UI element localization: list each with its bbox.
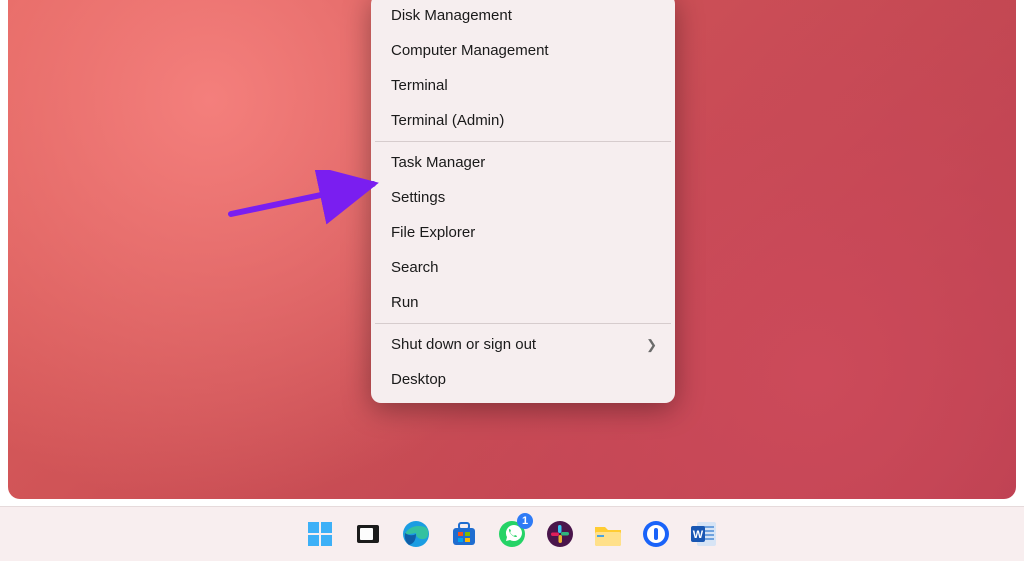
- word-icon[interactable]: W: [687, 517, 721, 551]
- menu-item-settings[interactable]: Settings: [373, 180, 673, 215]
- notification-badge: 1: [517, 513, 533, 529]
- menu-item-label: Disk Management: [391, 7, 512, 24]
- menu-item-label: Shut down or sign out: [391, 336, 536, 353]
- menu-item-label: Computer Management: [391, 42, 549, 59]
- start-context-menu: Disk Management Computer Management Term…: [371, 0, 675, 403]
- 1password-icon[interactable]: [639, 517, 673, 551]
- menu-item-task-manager[interactable]: Task Manager: [373, 145, 673, 180]
- menu-separator: [375, 323, 671, 324]
- start-icon[interactable]: [303, 517, 337, 551]
- menu-item-run[interactable]: Run: [373, 285, 673, 320]
- menu-item-file-explorer[interactable]: File Explorer: [373, 215, 673, 250]
- task-view-icon[interactable]: [351, 517, 385, 551]
- svg-text:W: W: [693, 529, 704, 541]
- menu-item-label: Terminal: [391, 77, 448, 94]
- menu-item-search[interactable]: Search: [373, 250, 673, 285]
- menu-item-label: Task Manager: [391, 154, 485, 171]
- menu-item-label: Desktop: [391, 371, 446, 388]
- menu-item-label: Search: [391, 259, 439, 276]
- menu-item-terminal[interactable]: Terminal: [373, 68, 673, 103]
- slack-icon[interactable]: [543, 517, 577, 551]
- taskbar: 1: [0, 506, 1024, 561]
- chevron-right-icon: ❯: [646, 337, 657, 353]
- whatsapp-icon[interactable]: 1: [495, 517, 529, 551]
- menu-item-label: Run: [391, 294, 419, 311]
- menu-item-desktop[interactable]: Desktop: [373, 362, 673, 397]
- menu-item-computer-management[interactable]: Computer Management: [373, 33, 673, 68]
- menu-item-label: Settings: [391, 189, 445, 206]
- file-explorer-icon[interactable]: [591, 517, 625, 551]
- window-frame: Disk Management Computer Management Term…: [0, 0, 1024, 561]
- microsoft-store-icon[interactable]: [447, 517, 481, 551]
- menu-item-label: Terminal (Admin): [391, 112, 504, 129]
- edge-icon[interactable]: [399, 517, 433, 551]
- menu-item-terminal-admin[interactable]: Terminal (Admin): [373, 103, 673, 138]
- menu-separator: [375, 141, 671, 142]
- menu-item-label: File Explorer: [391, 224, 475, 241]
- menu-item-disk-management[interactable]: Disk Management: [373, 0, 673, 33]
- menu-item-shutdown-signout[interactable]: Shut down or sign out ❯: [373, 327, 673, 362]
